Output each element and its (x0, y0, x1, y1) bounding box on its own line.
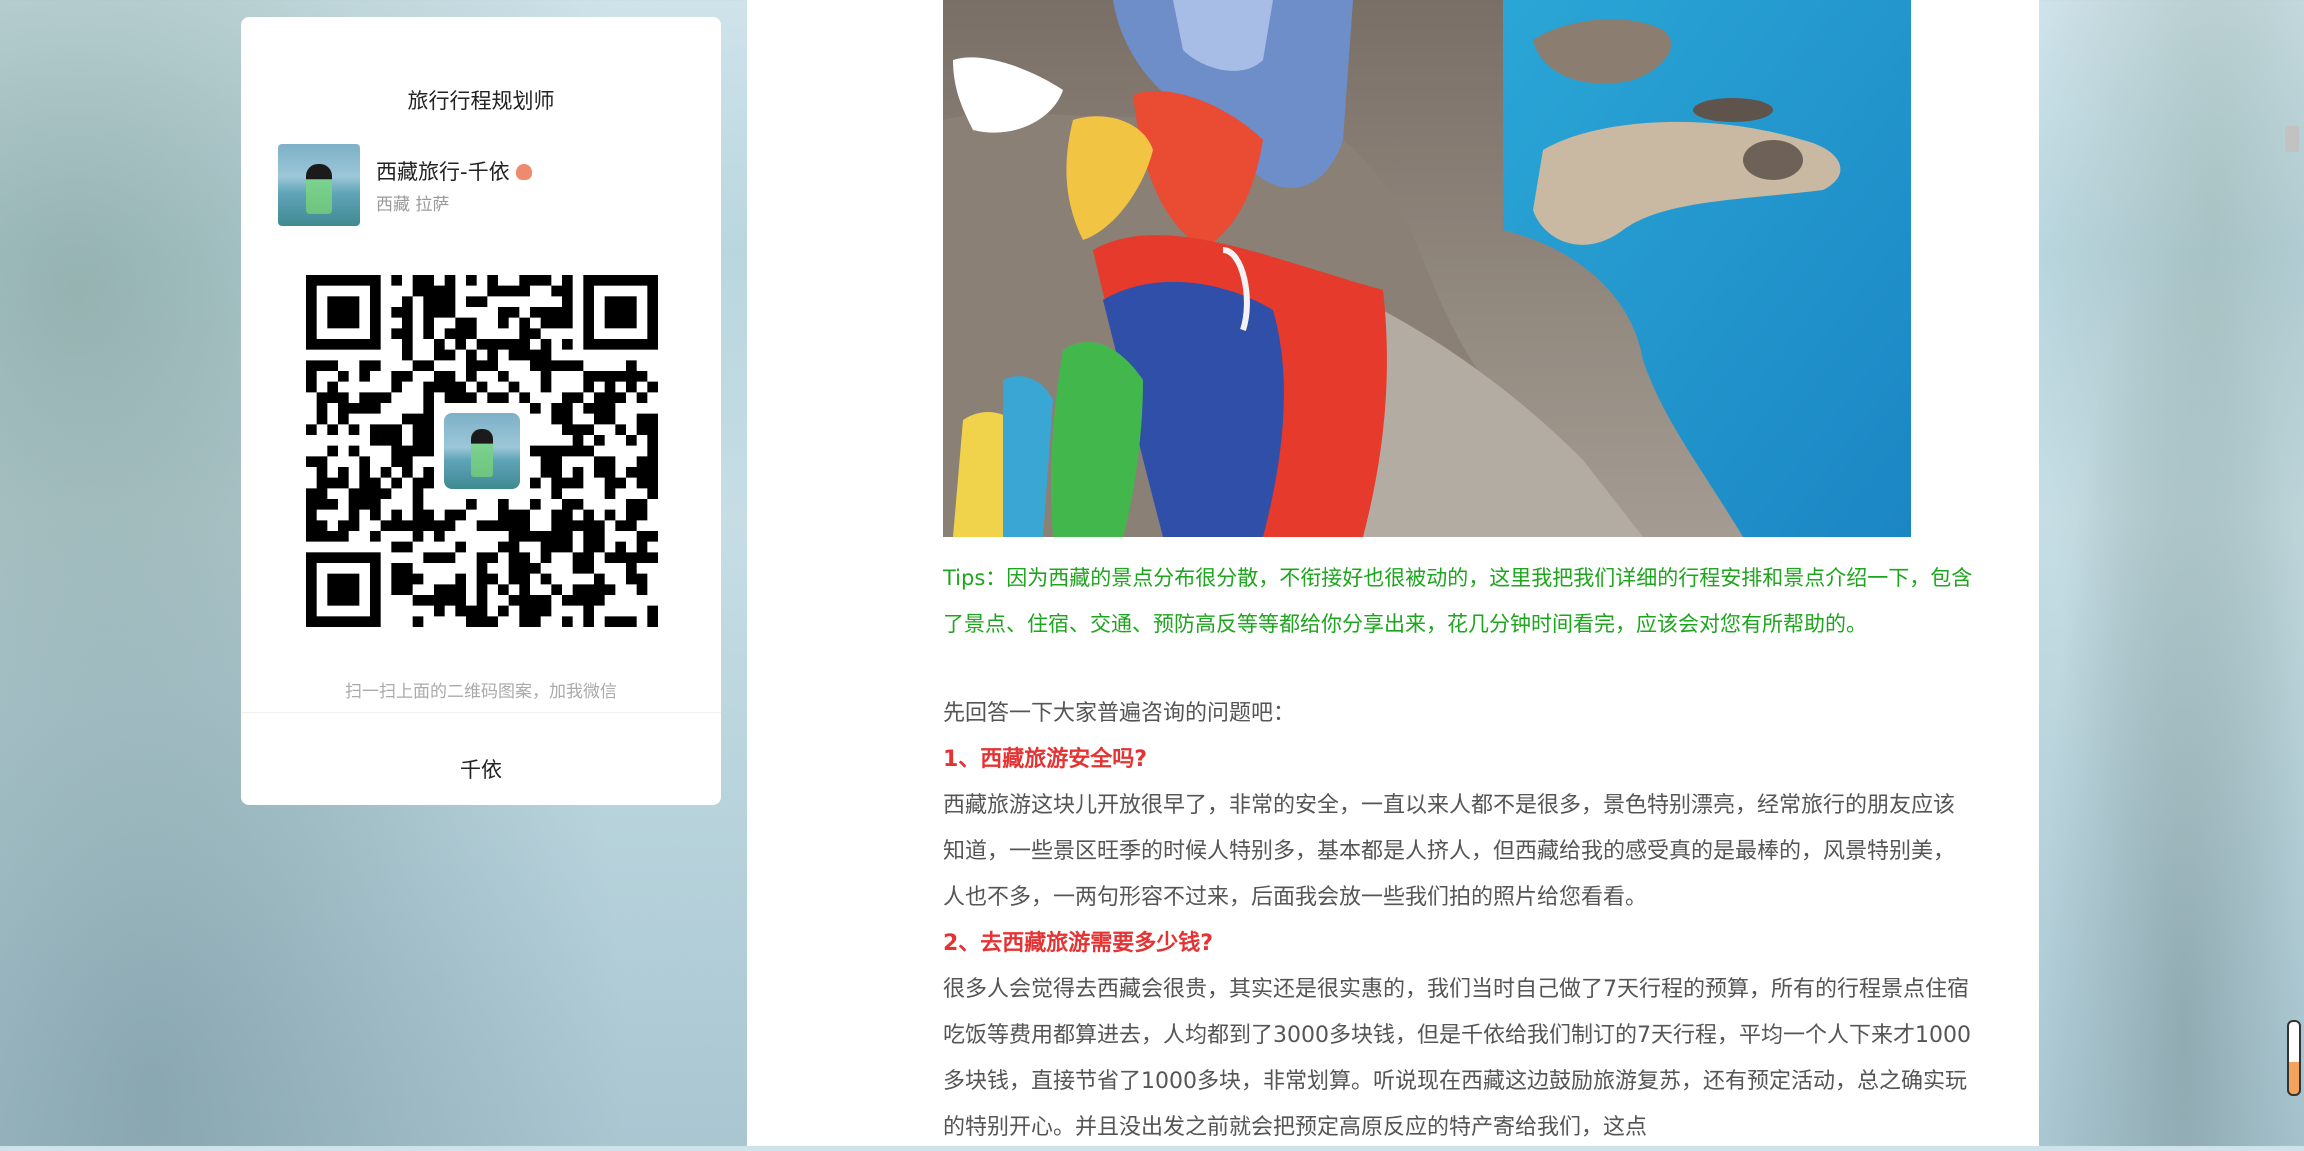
qr-hint: 扫一扫上面的二维码图案，加我微信 (345, 682, 617, 702)
page-scrollbar[interactable] (2280, 0, 2298, 1146)
profile: 西藏旅行-千依 西藏 拉萨 (278, 144, 698, 228)
scroll-indicator-icon (2287, 1020, 2301, 1096)
scrollbar-thumb[interactable] (2285, 126, 2299, 152)
article-body: Tips：因为西藏的景点分布很分散，不衔接好也很被动的，这里我把我们详细的行程安… (943, 555, 1973, 1151)
question-2-heading: 2、去西藏旅游需要多少钱? (943, 931, 1214, 956)
contact-card: 旅行行程规划师 西藏旅行-千依 西藏 拉萨 扫一扫上面的二维码图案，加我微信 千… (241, 17, 721, 805)
qr-code (306, 275, 658, 627)
profile-name: 西藏旅行-千依 (376, 160, 510, 184)
profile-name-row: 西藏旅行-千依 (376, 156, 532, 186)
tips-paragraph: Tips：因为西藏的景点分布很分散，不衔接好也很被动的，这里我把我们详细的行程安… (943, 566, 1973, 636)
qr-center-avatar (441, 410, 523, 492)
question-1-answer: 西藏旅游这块儿开放很早了，非常的安全，一直以来人都不是很多，景色特别漂亮，经常旅… (943, 793, 1956, 910)
question-2-answer: 很多人会觉得去西藏会很贵，其实还是很实惠的，我们当时自己做了7天行程的预算，所有… (943, 977, 1971, 1140)
profile-location: 西藏 拉萨 (376, 195, 450, 215)
avatar (278, 144, 360, 226)
photo-illustration (943, 0, 1911, 537)
article: Tips：因为西藏的景点分布很分散，不衔接好也很被动的，这里我把我们详细的行程安… (747, 0, 2039, 1146)
card-footer-name: 千依 (460, 758, 502, 782)
card-divider (241, 712, 721, 713)
intro-paragraph: 先回答一下大家普遍咨询的问题吧： (943, 701, 1296, 726)
question-1-heading: 1、西藏旅游安全吗? (943, 747, 1148, 772)
person-emoji-icon (515, 164, 532, 180)
card-title: 旅行行程规划师 (407, 89, 555, 113)
background-mountain-right (2004, 0, 2304, 1146)
avatar-person-figure (306, 164, 332, 214)
tibet-lake-photo (943, 0, 1911, 537)
